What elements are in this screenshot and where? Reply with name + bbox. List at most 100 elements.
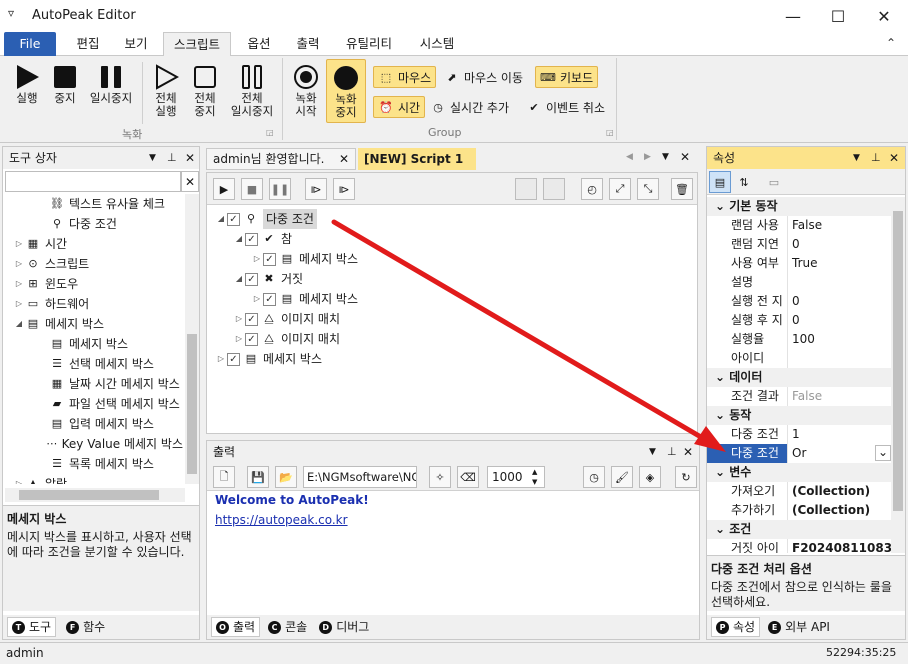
collapse-ribbon-icon[interactable]: ⌃ xyxy=(886,36,896,50)
script-pause-icon[interactable]: ❚❚ xyxy=(269,178,291,200)
property-row[interactable]: 거짓 아이 F2024081108335 xyxy=(707,539,891,553)
toolbox-item[interactable]: ⋯ Key Value 메세지 박스 xyxy=(5,434,183,454)
node-checkbox[interactable]: ✓ xyxy=(245,332,258,346)
close-tab-icon[interactable]: ✕ xyxy=(339,149,349,169)
close-editor-icon[interactable]: ✕ xyxy=(680,150,690,164)
toolbox-item[interactable]: ▷ ▭ 하드웨어 xyxy=(5,294,183,314)
script-node[interactable]: ◢ ✓ ✖ 거짓 xyxy=(215,269,685,289)
close-icon[interactable]: ✕ xyxy=(889,147,899,169)
minimize-button[interactable]: — xyxy=(770,0,816,32)
property-value[interactable]: False xyxy=(787,216,891,235)
node-checkbox[interactable]: ✓ xyxy=(245,312,258,326)
tab-list-icon[interactable]: ▼ xyxy=(662,152,669,162)
property-value[interactable]: False xyxy=(787,387,891,406)
property-value[interactable] xyxy=(787,349,891,368)
collapse-icon[interactable]: ⌄ xyxy=(715,465,729,479)
fill-icon[interactable]: ◈ xyxy=(639,466,661,488)
stop-button[interactable]: 중지 xyxy=(48,62,82,105)
tab-functions[interactable]: F 함수 xyxy=(62,617,109,637)
pause-all-button[interactable]: 전체 일시중지 xyxy=(226,62,278,118)
event-cancel-toggle[interactable]: ✔ 이벤트 취소 xyxy=(526,96,605,118)
script-node[interactable]: ▷ ✓ ⧋ 이미지 매치 xyxy=(215,329,685,349)
record-stop-button[interactable]: 녹화 중지 xyxy=(326,59,366,123)
expander-icon[interactable]: ▷ xyxy=(251,249,263,269)
dropdown-icon[interactable]: ▼ xyxy=(649,441,656,463)
node-checkbox[interactable]: ✓ xyxy=(263,252,276,266)
scroll-thumb[interactable] xyxy=(187,334,197,474)
expander-icon[interactable]: ◢ xyxy=(233,269,245,289)
sort-alpha-icon[interactable]: ⇅ xyxy=(733,171,755,193)
pin-icon[interactable]: ⊥ xyxy=(167,147,177,169)
collapse-icon[interactable]: ⌄ xyxy=(715,408,729,422)
tab-properties[interactable]: P 속성 xyxy=(711,617,761,637)
dropdown-icon[interactable]: ▼ xyxy=(853,147,860,169)
stop-all-button[interactable]: 전체 중지 xyxy=(188,62,222,118)
tab-scroll-left-icon[interactable]: ◀ xyxy=(626,152,633,162)
expander-icon[interactable]: ▷ xyxy=(13,474,25,484)
maximize-button[interactable]: ☐ xyxy=(815,0,861,32)
property-row[interactable]: 추가하기 (Collection) xyxy=(707,501,891,520)
keyboard-toggle[interactable]: ⌨ 키보드 xyxy=(535,66,599,88)
toolbox-search-input[interactable] xyxy=(5,171,181,192)
property-category[interactable]: ⌄ 변수 xyxy=(707,463,891,482)
property-category[interactable]: ⌄ 기본 동작 xyxy=(707,197,891,216)
expander-icon[interactable]: ◢ xyxy=(233,229,245,249)
property-pages-icon[interactable]: ▭ xyxy=(763,171,785,193)
menu-file[interactable]: File xyxy=(4,32,56,56)
property-row[interactable]: 사용 여부 True xyxy=(707,254,891,273)
tab-script-1[interactable]: [NEW] Script 1 xyxy=(358,148,476,170)
tab-console[interactable]: C 콘솔 xyxy=(264,617,311,637)
expand-all-icon[interactable]: ⤢ xyxy=(609,178,631,200)
node-checkbox[interactable]: ✓ xyxy=(245,272,258,286)
tab-debug[interactable]: D 디버그 xyxy=(315,617,373,637)
property-value[interactable]: (Collection) xyxy=(787,482,891,501)
mouse-toggle[interactable]: ⬚ 마우스 xyxy=(373,66,437,88)
script-timer-icon[interactable]: ◴ xyxy=(581,178,603,200)
collapse-icon[interactable]: ⌄ xyxy=(715,370,729,384)
hscroll-thumb[interactable] xyxy=(19,490,159,500)
toolbox-hscrollbar[interactable] xyxy=(5,488,185,502)
property-scrollbar[interactable] xyxy=(891,197,905,553)
property-value[interactable]: (Collection) xyxy=(787,501,891,520)
close-icon[interactable]: ✕ xyxy=(683,441,693,463)
property-value[interactable] xyxy=(787,273,891,292)
group-expand-icon[interactable]: ◲ xyxy=(266,128,274,137)
node-checkbox[interactable]: ✓ xyxy=(245,232,258,246)
expander-icon[interactable]: ◢ xyxy=(13,314,25,334)
property-category[interactable]: ⌄ 동작 xyxy=(707,406,891,425)
property-row[interactable]: 다중 조건 Or ⌄ xyxy=(707,444,891,463)
save-icon[interactable]: 💾 xyxy=(247,466,269,488)
eraser-icon[interactable]: ⌫ xyxy=(457,466,479,488)
script-step-icon[interactable]: ⧐ xyxy=(305,178,327,200)
property-value[interactable]: 1 xyxy=(787,425,891,444)
property-row[interactable]: 조건 결과 False xyxy=(707,387,891,406)
run-all-button[interactable]: 전체 실행 xyxy=(148,62,184,118)
collapse-all-icon[interactable]: ⤡ xyxy=(637,178,659,200)
script-stop-icon[interactable]: ■ xyxy=(241,178,263,200)
property-row[interactable]: 실행 후 지 0 xyxy=(707,311,891,330)
property-row[interactable]: 실행율 100 xyxy=(707,330,891,349)
property-value[interactable]: 0 xyxy=(787,311,891,330)
property-value[interactable]: 100 xyxy=(787,330,891,349)
node-checkbox[interactable]: ✓ xyxy=(227,212,240,226)
script-node[interactable]: ▷ ✓ ▤ 메세지 박스 xyxy=(215,349,685,369)
script-node[interactable]: ▷ ✓ ▤ 메세지 박스 xyxy=(215,249,685,269)
menu-edit[interactable]: 편집 xyxy=(66,32,110,56)
toolbox-item[interactable]: ☰ 목록 메세지 박스 xyxy=(5,454,183,474)
tab-scroll-right-icon[interactable]: ▶ xyxy=(644,152,651,162)
expander-icon[interactable]: ▷ xyxy=(13,294,25,314)
property-row[interactable]: 아이디 xyxy=(707,349,891,368)
close-icon[interactable]: ✕ xyxy=(185,147,195,169)
property-row[interactable]: 실행 전 지 0 xyxy=(707,292,891,311)
brush-icon[interactable]: 🖌 xyxy=(611,466,633,488)
stepper-icon[interactable]: ▲ ▼ xyxy=(532,467,537,487)
tab-external-api[interactable]: E 외부 API xyxy=(764,617,834,637)
script-option-a[interactable] xyxy=(515,178,537,200)
pin-icon[interactable]: ⊥ xyxy=(667,441,677,463)
property-row[interactable]: 설명 xyxy=(707,273,891,292)
dropdown-icon[interactable]: ▼ xyxy=(149,147,156,169)
log-path-input[interactable]: E:\NGMsoftware\NG xyxy=(303,466,417,488)
tab-tools[interactable]: T 도구 xyxy=(7,617,57,637)
pin-icon[interactable]: ⊥ xyxy=(871,147,881,169)
menu-output[interactable]: 출력 xyxy=(286,32,330,56)
